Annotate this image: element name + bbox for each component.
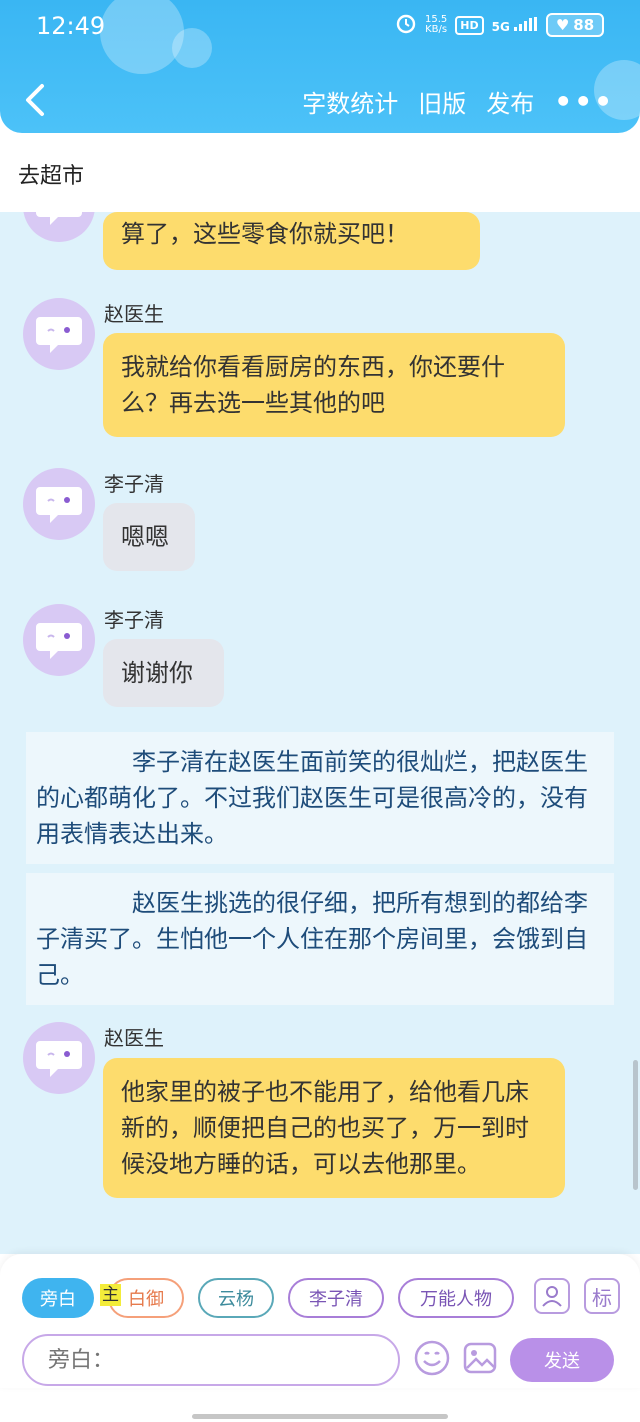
net-speed: 15.5 KB/s: [425, 14, 448, 35]
page-title[interactable]: 去超市: [18, 158, 84, 190]
status-icons: 15.5 KB/s HD 5G ♥ 88: [395, 12, 604, 38]
avatar[interactable]: [23, 468, 95, 540]
signal-icon: 5G: [492, 16, 538, 34]
speaker-name: 李子清: [104, 472, 164, 496]
chat-bubble-avatar-icon: [36, 487, 82, 523]
message-bubble: 我就给你看看厨房的东西，你还要什么？再去选一些其他的吧: [103, 333, 565, 437]
send-button[interactable]: 发送: [510, 1338, 614, 1382]
role-chip-narrator[interactable]: 旁白: [22, 1278, 94, 1318]
more-icon[interactable]: •••: [554, 85, 614, 118]
old-version-button[interactable]: 旧版: [418, 84, 466, 119]
speaker-name: 李子清: [104, 608, 164, 632]
home-indicator[interactable]: [192, 1414, 448, 1419]
chat-bubble-avatar-icon: [36, 317, 82, 353]
composer-panel: 旁白 白御 云杨 李子清 万能人物 主 标 发送: [0, 1254, 640, 1388]
character-icon[interactable]: [534, 1278, 570, 1314]
speaker-name: 赵医生: [104, 302, 164, 326]
chat-bubble-avatar-icon: [36, 623, 82, 659]
heart-icon: ♥: [555, 16, 570, 34]
message-bubble: 谢谢你: [103, 639, 224, 707]
app-header: 12:49 15.5 KB/s HD 5G ♥ 88 字数统计 旧版 发布 ••…: [0, 0, 640, 133]
decoration-bubble: [100, 0, 184, 74]
chat-area[interactable]: 算了，这些零食你就买吧！ 赵医生 我就给你看看厨房的东西，你还要什么？再去选一些…: [0, 212, 640, 1254]
narration-block: 赵医生挑选的很仔细，把所有想到的都给李子清买了。生怕他一个人住在那个房间里，会饿…: [26, 873, 614, 1005]
message-bubble: 他家里的被子也不能用了，给他看几床新的，顺便把自己的也买了，万一到时候没地方睡的…: [103, 1058, 565, 1198]
narration-block: 李子清在赵医生面前笑的很灿烂，把赵医生的心都萌化了。不过我们赵医生可是很高冷的，…: [26, 732, 614, 864]
chat-bubble-avatar-icon: [36, 212, 82, 225]
avatar[interactable]: [23, 1022, 95, 1094]
role-selector: 旁白 白御 云杨 李子清 万能人物: [22, 1278, 514, 1318]
back-button[interactable]: [20, 80, 50, 120]
message-input[interactable]: [22, 1334, 400, 1386]
decoration-bubble: [172, 28, 212, 68]
emoji-icon[interactable]: [412, 1338, 452, 1378]
role-chip-yunyang[interactable]: 云杨: [198, 1278, 274, 1318]
tag-icon[interactable]: 标: [584, 1278, 620, 1314]
message-bubble: 嗯嗯: [103, 503, 195, 571]
main-character-tag: 主: [100, 1284, 121, 1306]
avatar[interactable]: [23, 298, 95, 370]
role-chip-universal[interactable]: 万能人物: [398, 1278, 514, 1318]
avatar[interactable]: [23, 604, 95, 676]
avatar[interactable]: [23, 212, 95, 242]
role-chip-lizqing[interactable]: 李子清: [288, 1278, 384, 1318]
image-icon[interactable]: [460, 1338, 500, 1378]
chat-bubble-avatar-icon: [36, 1041, 82, 1077]
header-actions: 字数统计 旧版 发布 •••: [302, 84, 614, 119]
alarm-icon: [395, 12, 417, 38]
status-time: 12:49: [36, 12, 106, 40]
battery-icon: ♥ 88: [546, 13, 604, 37]
publish-button[interactable]: 发布: [486, 84, 534, 119]
hd-icon: HD: [455, 15, 484, 35]
speaker-name: 赵医生: [104, 1026, 164, 1050]
chevron-left-icon: [26, 84, 44, 116]
message-bubble: 算了，这些零食你就买吧！: [103, 212, 480, 270]
scrollbar-thumb[interactable]: [633, 1060, 638, 1190]
word-count-button[interactable]: 字数统计: [302, 84, 398, 119]
